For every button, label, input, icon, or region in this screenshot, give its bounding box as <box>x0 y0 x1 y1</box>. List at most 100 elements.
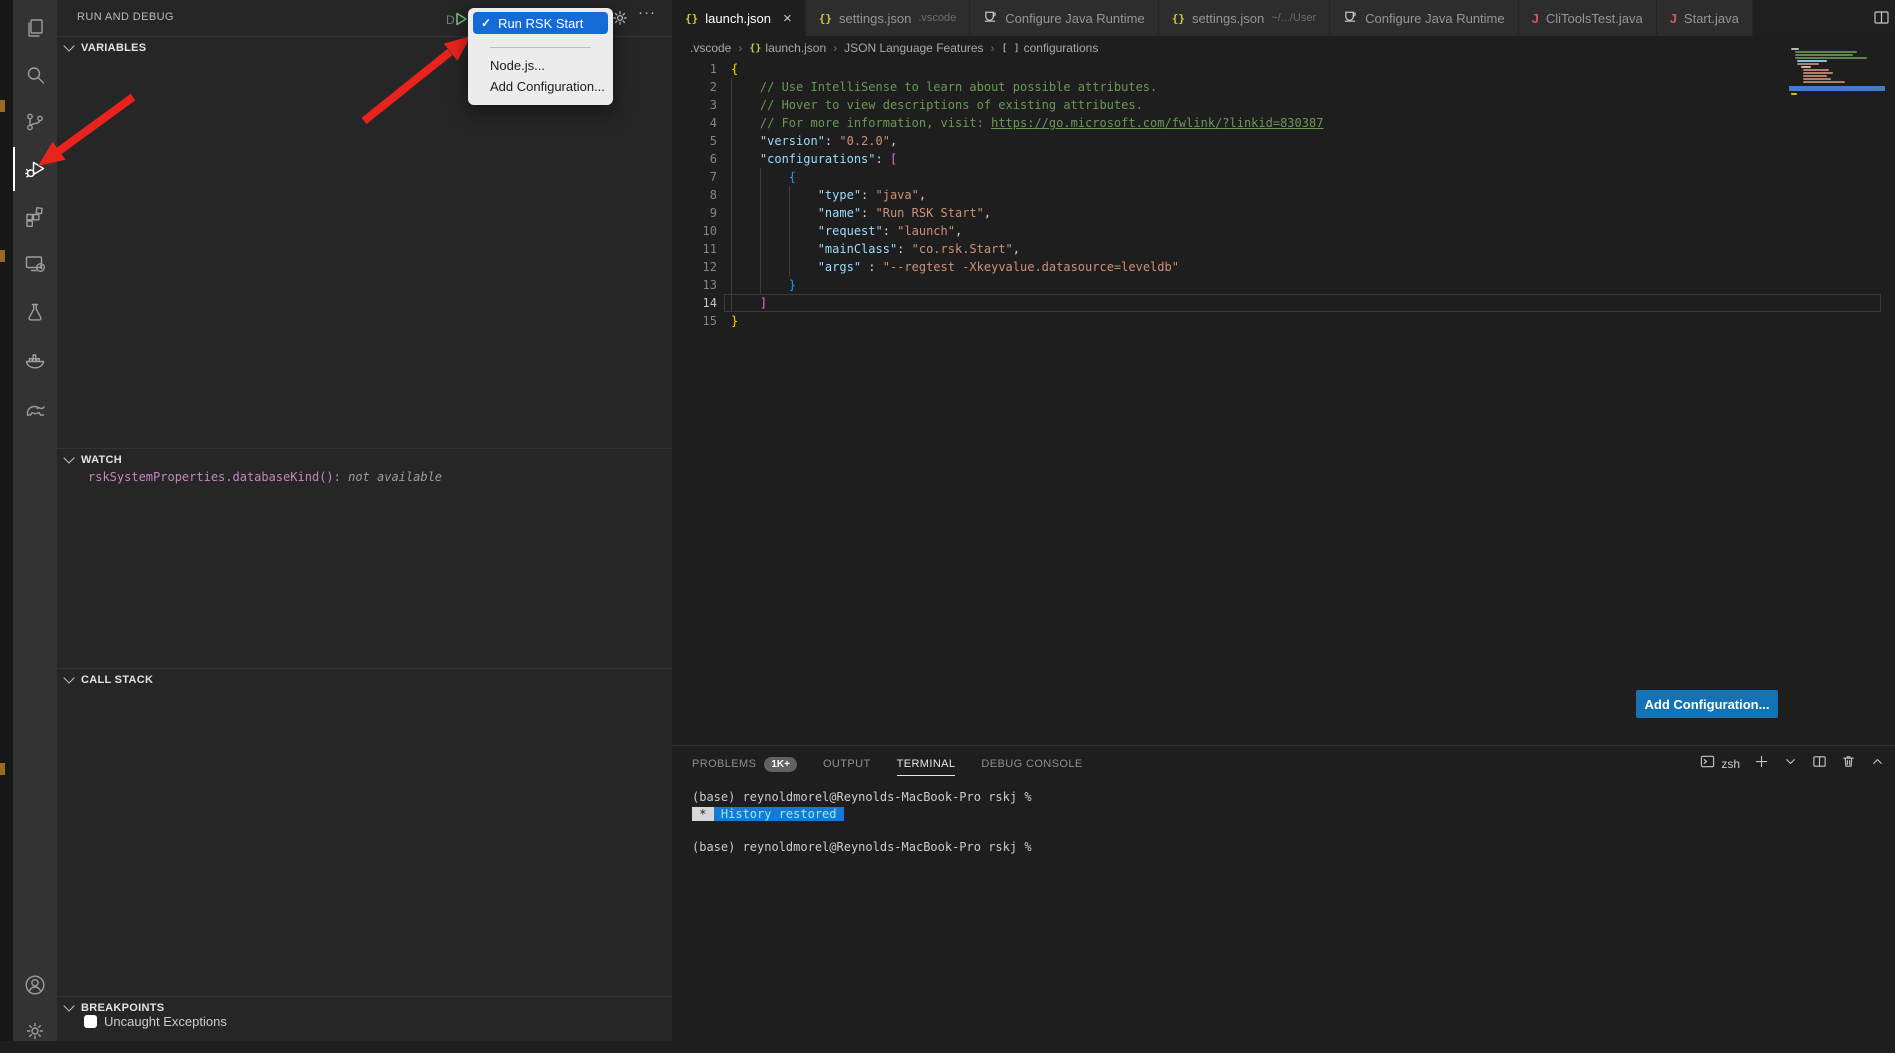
json-file-icon: {} <box>819 12 832 25</box>
code-line-8[interactable]: 8 "type": "java", <box>672 186 1895 204</box>
breadcrumb-separator: › <box>833 41 837 55</box>
panel-tab-output[interactable]: OUTPUT <box>823 746 871 782</box>
line-number[interactable]: 3 <box>672 96 717 114</box>
edge-mark <box>0 100 5 112</box>
breakpoint-item[interactable]: Uncaught Exceptions <box>84 1014 227 1029</box>
json-file-icon: {} <box>749 43 761 54</box>
split-editor-icon[interactable] <box>1873 9 1890 31</box>
java-runtime-cup-icon <box>983 9 998 27</box>
new-terminal-icon[interactable] <box>1754 754 1769 774</box>
breadcrumb-item-.vscode[interactable]: .vscode <box>690 41 731 55</box>
close-icon[interactable]: × <box>783 11 792 26</box>
watch-expression: rskSystemProperties.databaseKind(): <box>88 470 341 484</box>
tab-settings.json[interactable]: {}settings.json.vscode <box>806 0 970 36</box>
panel-tab-problems[interactable]: PROBLEMS1K+ <box>692 746 797 782</box>
breadcrumb-item-launch.json[interactable]: {}launch.json <box>749 41 826 55</box>
kill-terminal-icon[interactable] <box>1841 754 1856 774</box>
line-number[interactable]: 8 <box>672 186 717 204</box>
code-line-15[interactable]: 15} <box>672 312 1895 330</box>
minimap-line <box>1801 66 1811 68</box>
tab-Start.java[interactable]: JStart.java <box>1657 0 1753 36</box>
panel-tab-terminal[interactable]: TERMINAL <box>897 746 956 782</box>
code-text: "configurations": [ <box>731 150 897 168</box>
code-line-2[interactable]: 2 // Use IntelliSense to learn about pos… <box>672 78 1895 96</box>
code-editor[interactable]: 1{2 // Use IntelliSense to learn about p… <box>672 60 1895 745</box>
code-line-11[interactable]: 11 "mainClass": "co.rsk.Start", <box>672 240 1895 258</box>
code-line-3[interactable]: 3 // Hover to view descriptions of exist… <box>672 96 1895 114</box>
split-terminal-icon[interactable] <box>1812 754 1827 774</box>
line-number[interactable]: 5 <box>672 132 717 150</box>
activity-item-gradle-icon[interactable] <box>13 386 57 430</box>
code-text: { <box>731 168 796 186</box>
line-number[interactable]: 14 <box>672 294 717 312</box>
dropdown-item-node-js-[interactable]: Node.js... <box>468 55 613 76</box>
activity-item-accounts-icon[interactable] <box>13 963 57 1007</box>
tab-settings.json[interactable]: {}settings.json~/.../User <box>1159 0 1330 36</box>
tab-Configure Java Runtime[interactable]: Configure Java Runtime <box>970 0 1158 36</box>
minimap[interactable] <box>1789 48 1885 100</box>
call-stack-section-header[interactable]: CALL STACK <box>57 668 672 690</box>
activity-item-remote-explorer-icon[interactable] <box>13 242 57 286</box>
line-number[interactable]: 13 <box>672 276 717 294</box>
panel-tab-debug-console[interactable]: DEBUG CONSOLE <box>981 746 1082 782</box>
line-number[interactable]: 10 <box>672 222 717 240</box>
code-line-14[interactable]: 14 ] <box>672 294 1895 312</box>
line-number[interactable]: 9 <box>672 204 717 222</box>
panel-tab-label: OUTPUT <box>823 758 871 770</box>
add-configuration-button[interactable]: Add Configuration... <box>1636 690 1778 718</box>
dropdown-separator <box>490 47 591 48</box>
shell-label[interactable]: zsh <box>1721 757 1740 771</box>
line-number[interactable]: 11 <box>672 240 717 258</box>
line-number[interactable]: 12 <box>672 258 717 276</box>
line-number[interactable]: 6 <box>672 150 717 168</box>
code-line-4[interactable]: 4 // For more information, visit: https:… <box>672 114 1895 132</box>
tab-Configure Java Runtime[interactable]: Configure Java Runtime <box>1330 0 1518 36</box>
watch-section-header[interactable]: WATCH <box>57 448 672 470</box>
code-text: // For more information, visit: https://… <box>731 114 1323 132</box>
activity-item-extensions-icon[interactable] <box>13 194 57 238</box>
code-line-13[interactable]: 13 } <box>672 276 1895 294</box>
launch-profile-chevron-icon[interactable] <box>1783 754 1798 774</box>
debug-config-dropdown: ✓ Run RSK Start Node.js...Add Configurat… <box>468 8 613 105</box>
code-line-12[interactable]: 12 "args" : "--regtest -Xkeyvalue.dataso… <box>672 258 1895 276</box>
activity-item-testing-icon[interactable] <box>13 290 57 334</box>
activity-item-explorer-icon[interactable] <box>13 6 57 50</box>
code-text: "name": "Run RSK Start", <box>731 204 991 222</box>
code-line-1[interactable]: 1{ <box>672 60 1895 78</box>
dropdown-selected-item[interactable]: ✓ Run RSK Start <box>473 12 608 34</box>
breakpoint-label: Uncaught Exceptions <box>104 1014 227 1029</box>
code-line-9[interactable]: 9 "name": "Run RSK Start", <box>672 204 1895 222</box>
terminal-output[interactable]: (base) reynoldmorel@Reynolds-MacBook-Pro… <box>692 789 1885 1041</box>
line-number[interactable]: 7 <box>672 168 717 186</box>
activity-item-source-control-icon[interactable] <box>13 100 57 144</box>
activity-item-run-and-debug-icon[interactable] <box>13 147 57 191</box>
watch-expression-row[interactable]: rskSystemProperties.databaseKind(): not … <box>88 470 442 484</box>
terminal-icon[interactable] <box>1700 754 1715 774</box>
panel-actions: zsh <box>1700 746 1885 782</box>
maximize-panel-icon[interactable] <box>1870 754 1885 774</box>
code-line-10[interactable]: 10 "request": "launch", <box>672 222 1895 240</box>
tab-CliToolsTest.java[interactable]: JCliToolsTest.java <box>1519 0 1657 36</box>
code-line-6[interactable]: 6 "configurations": [ <box>672 150 1895 168</box>
code-line-7[interactable]: 7 { <box>672 168 1895 186</box>
breadcrumb-item-configurations[interactable]: [ ]configurations <box>1002 41 1099 55</box>
problems-count-badge: 1K+ <box>764 757 797 772</box>
tab-launch.json[interactable]: {}launch.json× <box>672 0 806 36</box>
activity-item-docker-icon[interactable] <box>13 338 57 382</box>
breakpoint-checkbox[interactable] <box>84 1015 97 1028</box>
line-number[interactable]: 1 <box>672 60 717 78</box>
gear-icon[interactable] <box>611 9 629 32</box>
activity-item-search-icon[interactable] <box>13 53 57 97</box>
call-stack-section-label: CALL STACK <box>81 674 153 686</box>
dropdown-item-add-configuration-[interactable]: Add Configuration... <box>468 76 613 97</box>
line-number[interactable]: 2 <box>672 78 717 96</box>
line-number[interactable]: 4 <box>672 114 717 132</box>
activity-item-settings-icon[interactable] <box>13 1009 57 1053</box>
breadcrumb-item-JSON Language Features[interactable]: JSON Language Features <box>844 41 983 55</box>
run-and-debug-sidebar: RUN AND DEBUG VARIABLES WATCH rskSystemP… <box>57 0 672 1041</box>
minimap-line <box>1795 51 1857 53</box>
line-number[interactable]: 15 <box>672 312 717 330</box>
more-actions-icon[interactable]: ··· <box>638 4 656 21</box>
code-line-5[interactable]: 5 "version": "0.2.0", <box>672 132 1895 150</box>
minimap-line <box>1803 72 1833 74</box>
